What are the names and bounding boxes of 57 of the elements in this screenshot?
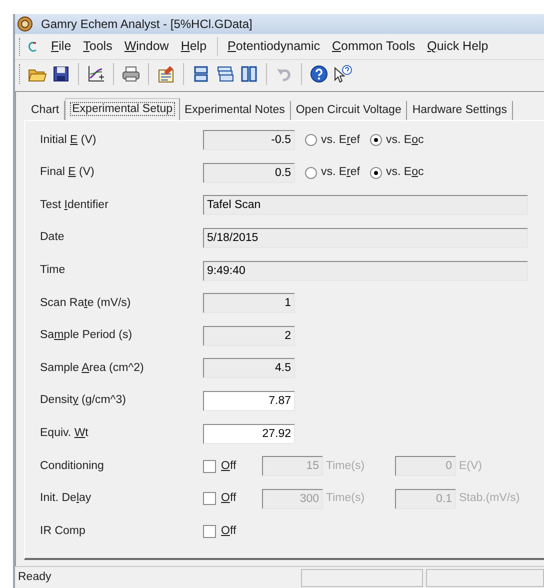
status-text: Ready: [17, 570, 52, 585]
off-checkbox[interactable]: Off: [203, 522, 262, 540]
cascade-icon[interactable]: [215, 64, 235, 84]
chart-icon[interactable]: [86, 64, 106, 84]
tab[interactable]: Open Circuit Voltage: [290, 101, 408, 120]
unit-label: Time(s): [326, 491, 365, 506]
menu-item[interactable]: Tools: [77, 37, 118, 56]
value-field[interactable]: 2: [203, 326, 295, 346]
off-checkbox[interactable]: Off: [203, 490, 262, 508]
value-field[interactable]: 4.5: [203, 358, 295, 378]
field-label: Sample Period (s): [40, 328, 134, 344]
field-label: Time: [40, 263, 66, 278]
menu-item[interactable]: Window: [118, 37, 175, 56]
menu-item[interactable]: Common Tools: [326, 37, 422, 56]
app-menu-icon[interactable]: [27, 40, 37, 52]
unit-label: Stab.(mV/s): [459, 491, 520, 506]
field-label: Density (g/cm^3): [40, 393, 127, 408]
window-title: Gamry Echem Analyst - [5%HCl.GData]: [41, 16, 252, 33]
menu-item[interactable]: Help: [174, 37, 213, 56]
tab[interactable]: Hardware Settings: [407, 101, 513, 120]
tab[interactable]: Experimental Setup: [65, 98, 180, 120]
pointer-help-icon[interactable]: [333, 64, 353, 84]
text-field[interactable]: 9:49:40: [203, 260, 528, 281]
vertical-split-icon[interactable]: [239, 64, 259, 84]
field-label: Test Identifier: [40, 198, 110, 213]
field-label: Scan Rate (mV/s): [40, 296, 132, 311]
tab[interactable]: Experimental Notes: [180, 101, 291, 120]
field-label: IR Comp: [40, 524, 86, 539]
menu-item[interactable]: File: [45, 37, 78, 56]
radio-option[interactable]: vs. Eoc: [370, 132, 424, 149]
text-field[interactable]: 5/18/2015: [203, 228, 528, 248]
value-field[interactable]: 7.87: [203, 391, 295, 412]
value-field[interactable]: 0.5: [203, 162, 295, 183]
field-label: Initial E (V): [40, 132, 98, 148]
unit-label: E(V): [459, 458, 482, 474]
printer-icon[interactable]: [121, 64, 141, 84]
value-field[interactable]: 1: [203, 293, 295, 314]
notepad-icon[interactable]: [156, 64, 176, 84]
field-label: Conditioning: [40, 458, 105, 474]
field-label: Date: [40, 230, 66, 246]
field-label: Sample Area (cm^2): [40, 360, 145, 376]
field-label: Init. Delay: [40, 491, 92, 506]
value-field[interactable]: -0.5: [203, 130, 295, 150]
value-field[interactable]: 27.92: [203, 424, 295, 444]
text-field[interactable]: Tafel Scan: [203, 195, 528, 216]
radio-option[interactable]: vs. Eref: [305, 164, 360, 182]
radio-option[interactable]: vs. Eoc: [370, 164, 424, 182]
radio-option[interactable]: vs. Eref: [305, 132, 360, 149]
unit-label: Time(s): [326, 458, 365, 474]
menu-item[interactable]: Quick Help: [421, 37, 494, 56]
save-icon[interactable]: [51, 64, 71, 84]
menu-item[interactable]: Potentiodynamic: [222, 37, 326, 56]
help-icon[interactable]: [309, 64, 329, 84]
app-logo-icon: [17, 16, 33, 32]
off-checkbox[interactable]: Off: [203, 458, 262, 475]
field-label: Equiv. Wt: [40, 426, 90, 442]
field-label: Final E (V): [40, 165, 96, 180]
